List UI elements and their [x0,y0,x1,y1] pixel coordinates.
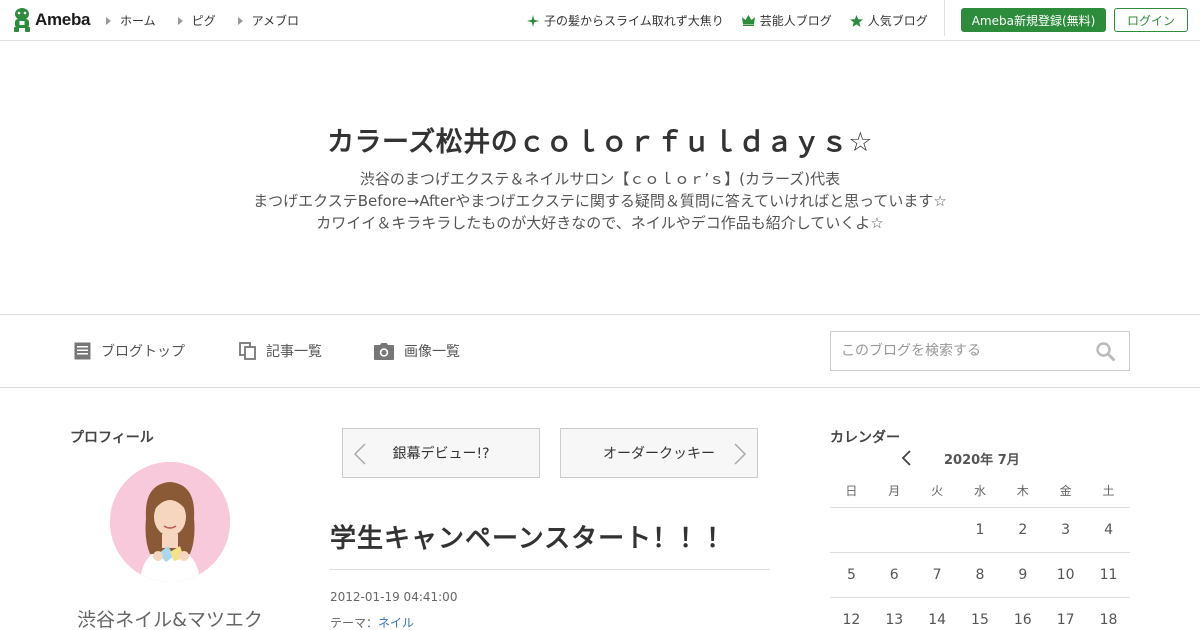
image-list-link[interactable]: 画像一覧 [374,341,460,361]
blog-search [830,331,1130,371]
blog-title[interactable]: カラーズ松井のｃｏｌｏｒｆｕｌｄａｙｓ☆ [0,120,1200,159]
calendar-weekday-row: 日 月 火 水 木 金 土 [830,475,1130,508]
logo-text: Ameba [35,10,91,29]
top-nav-label: ホーム [120,14,156,28]
weekday-label: 土 [1087,475,1130,508]
next-entry-button[interactable]: オーダークッキー [560,428,758,478]
register-button[interactable]: Ameba新規登録(無料) [961,8,1106,32]
top-divider [944,0,945,36]
entry-divider [330,569,770,570]
profile-heading: プロフィール [70,430,154,446]
calendar-prev-month-icon[interactable] [900,449,912,471]
blog-nav-label: ブログトップ [101,344,185,360]
top-nav-ameblo[interactable]: アメブロ [237,12,300,29]
popular-blog-link[interactable]: 人気ブログ [849,12,928,29]
calendar-day: 17 [1044,597,1088,630]
top-nav-home[interactable]: ホーム [106,12,156,29]
calendar-day: 12 [830,597,873,630]
prev-entry-button[interactable]: 銀幕デビュー!? [342,428,540,478]
blog-description: 渋谷のまつげエクステ＆ネイルサロン【ｃｏｌｏｒ’ｓ】(カラーズ)代表 まつげエク… [0,168,1200,234]
calendar-day: 9 [1001,552,1045,598]
caret-right-icon [106,16,111,25]
copy-icon [239,342,256,360]
crown-icon [741,15,755,26]
star-icon [849,14,863,27]
top-nav-pigg[interactable]: ピグ [177,12,216,29]
entry-date: 2012-01-19 04:41:00 [330,590,458,604]
entry-theme: テーマ：ネイル [330,614,414,630]
calendar-day: 10 [1044,552,1088,598]
weekday-label: 日 [830,475,873,508]
profile-avatar[interactable] [110,462,230,582]
top-link-label: 芸能人ブログ [759,14,832,28]
blog-nav-label: 記事一覧 [266,344,322,360]
weekday-label: 月 [872,475,916,508]
calendar-day: 16 [1001,597,1045,630]
calendar-day: 14 [915,597,959,630]
caret-right-icon [177,16,183,25]
weekday-label: 木 [1001,475,1045,508]
blog-nav: ブログトップ 記事一覧 画像一覧 [0,314,1200,388]
calendar-day: 18 [1087,597,1130,630]
calendar-day: 1 [958,507,1002,553]
theme-prefix: テーマ： [330,616,379,630]
top-nav: ホーム ピグ アメブロ [106,12,321,29]
top-links: 子の髪からスライム取れず大焦り 芸能人ブログ 人気ブログ [527,12,946,29]
calendar-day [915,507,959,553]
blog-description-line: まつげエクステBefore→Afterやまつげエクステに関する疑問＆質問に答えて… [253,192,947,210]
ameba-mascot-icon [12,7,32,33]
calendar-day: 15 [958,597,1002,630]
calendar-day: 6 [872,552,916,598]
calendar-day [872,507,916,553]
calendar-day: 8 [958,552,1002,598]
blog-search-input[interactable] [831,332,1091,370]
document-icon [74,342,91,360]
calendar-day: 4 [1087,507,1130,553]
ameba-logo[interactable]: Ameba [12,7,90,33]
trending-topic-link[interactable]: 子の髪からスライム取れず大焦り [527,12,724,29]
top-nav-label: アメブロ [251,14,300,28]
calendar-day [830,507,873,553]
calendar-day: 3 [1044,507,1088,553]
blog-top-link[interactable]: ブログトップ [74,341,185,361]
sparkle-icon [527,14,539,27]
calendar-day: 7 [915,552,959,598]
chevron-left-icon [353,443,366,465]
blog-description-line: カワイイ＆キラキラしたものが大好きなので、ネイルやデコ作品も紹介していくよ☆ [316,214,884,232]
top-bar: Ameba ホーム ピグ アメブロ 子の髪からスライム取れず大焦り 芸能人ブログ… [0,0,1200,41]
calendar-week-row: 12 13 14 15 16 17 18 [830,597,1130,630]
blog-description-line: 渋谷のまつげエクステ＆ネイルサロン【ｃｏｌｏｒ’ｓ】(カラーズ)代表 [359,170,841,188]
login-button[interactable]: ログイン [1114,8,1188,32]
calendar-day: 5 [830,552,873,598]
calendar-month-label: 2020年 7月 [944,453,1020,468]
celebrity-blog-link[interactable]: 芸能人ブログ [741,12,832,29]
calendar-week-row: 1 2 3 4 [830,507,1130,553]
chevron-right-icon [734,443,747,465]
camera-icon [374,342,394,360]
calendar-day: 2 [1001,507,1045,553]
top-nav-label: ピグ [191,14,216,28]
weekday-label: 金 [1044,475,1088,508]
calendar-day: 13 [872,597,916,630]
calendar-table: 日 月 火 水 木 金 土 1 2 3 4 5 6 7 8 9 10 11 12… [830,475,1130,630]
profile-name[interactable]: 渋谷ネイル&マツエク [70,605,270,630]
entry-title[interactable]: 学生キャンペーンスタート！！！ [330,518,733,555]
weekday-label: 水 [958,475,1002,508]
blog-nav-label: 画像一覧 [404,344,460,360]
prev-entry-label: 銀幕デビュー!? [392,446,490,462]
entry-list-link[interactable]: 記事一覧 [239,341,322,361]
calendar-week-row: 5 6 7 8 9 10 11 [830,552,1130,598]
calendar-heading: カレンダー [830,430,900,446]
calendar-day: 11 [1087,552,1130,598]
top-link-label: 人気ブログ [867,14,928,28]
next-entry-label: オーダークッキー [603,446,715,462]
weekday-label: 火 [915,475,959,508]
top-link-label: 子の髪からスライム取れず大焦り [544,14,724,28]
caret-right-icon [237,16,243,25]
search-icon[interactable] [1096,342,1115,365]
theme-link[interactable]: ネイル [378,616,414,630]
